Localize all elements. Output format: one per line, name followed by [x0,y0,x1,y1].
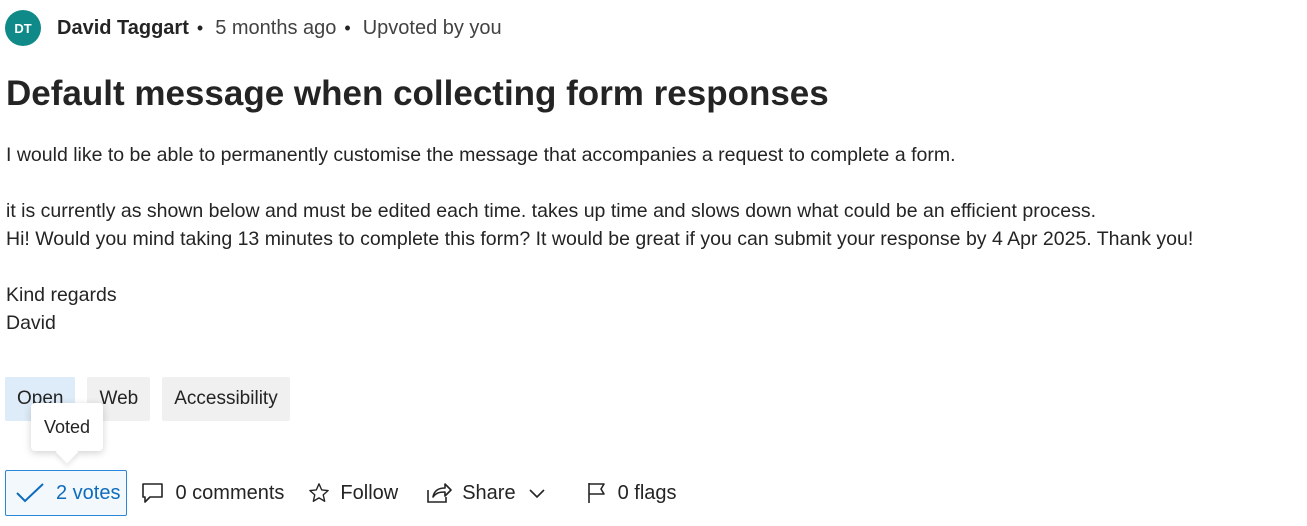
checkmark-icon [16,483,44,503]
chevron-down-icon[interactable] [528,487,546,499]
body-paragraph: Hi! Would you mind taking 13 minutes to … [6,228,1194,250]
separator-dot: • [196,17,204,38]
follow-button[interactable]: Follow [308,482,398,505]
star-icon [309,483,330,502]
flags-label: 0 flags [617,481,677,504]
comments-label: 0 comments [175,481,285,504]
avatar[interactable]: DT [5,10,41,46]
follow-label: Follow [340,481,399,504]
post-title: Default message when collecting form res… [6,74,829,113]
body-paragraph: David [6,312,56,334]
author-name[interactable]: David Taggart [57,17,189,40]
voted-tooltip: Voted [31,403,103,451]
action-bar: 2 votes 0 comments Follow Share 0 flags [5,469,677,517]
vote-button[interactable]: 2 votes [5,470,128,516]
comments-button[interactable]: 0 comments [141,482,284,505]
post-body: I would like to be able to permanently c… [6,141,1193,337]
share-label: Share [462,481,516,504]
flag-icon [587,483,605,503]
share-button[interactable]: Share [426,482,555,505]
post-time: 5 months ago [215,16,337,39]
body-paragraph: it is currently as shown below and must … [6,200,1097,222]
body-paragraph: I would like to be able to permanently c… [6,144,956,166]
vote-count: 2 votes [56,481,121,504]
post-header: DT David Taggart • 5 months ago • Upvote… [5,10,502,46]
body-paragraph: Kind regards [6,284,117,306]
share-icon [427,483,453,503]
vote-status: Upvoted by you [362,16,502,39]
comment-icon [142,483,164,503]
separator-dot: • [344,17,351,38]
tag-accessibility[interactable]: Accessibility [162,377,290,421]
flags-button[interactable]: 0 flags [586,481,677,505]
